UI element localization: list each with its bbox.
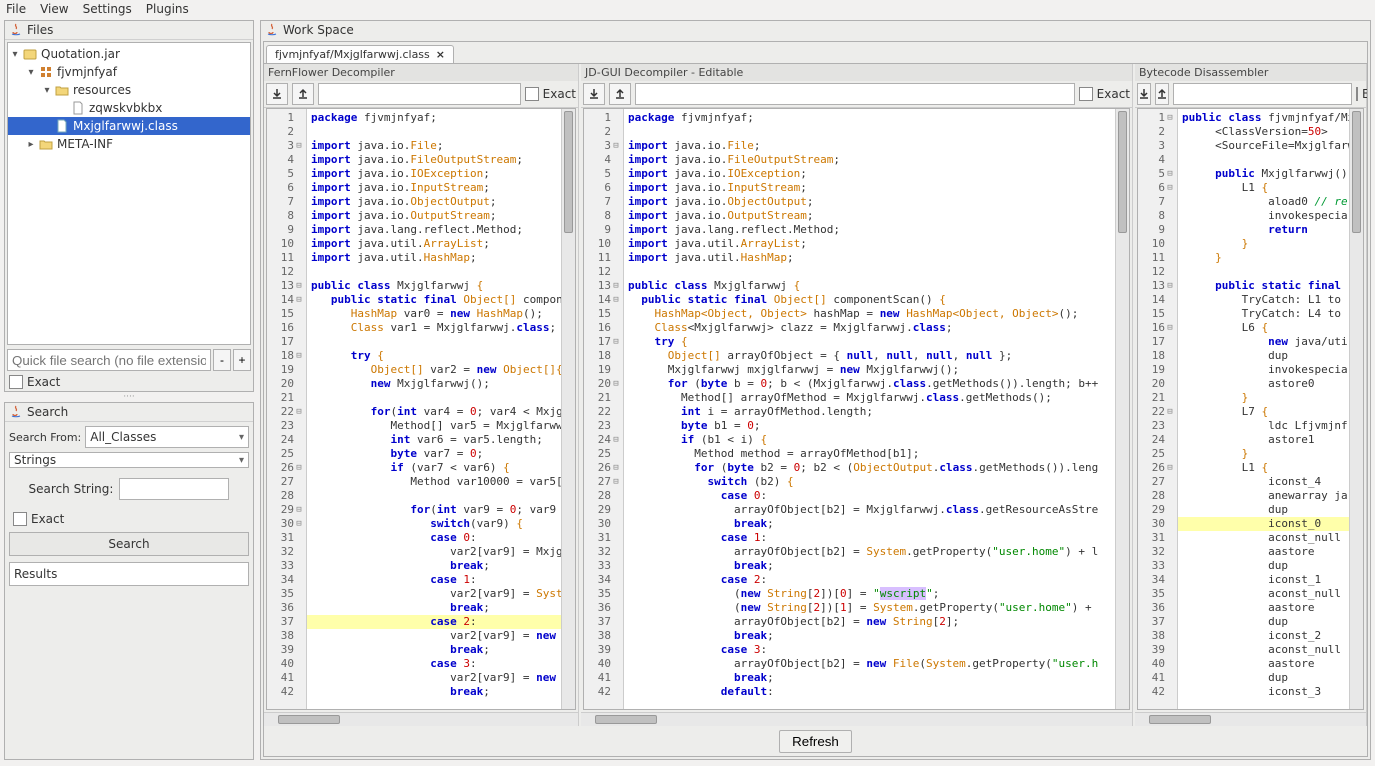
download-button[interactable]	[266, 83, 288, 105]
search-button[interactable]: Search	[9, 532, 249, 556]
tree-root[interactable]: ▾ Quotation.jar	[8, 45, 250, 63]
results-label: Results	[14, 567, 57, 581]
minus-button[interactable]: -	[213, 349, 231, 371]
tab-label: fjvmjnfyaf/Mxjglfarwwj.class	[275, 48, 430, 61]
refresh-button[interactable]: Refresh	[779, 730, 852, 753]
search-from-label: Search From:	[9, 431, 81, 444]
tree-pkg[interactable]: ▾ fjvmjnfyaf	[8, 63, 250, 81]
exact-label: Exact	[27, 375, 60, 389]
tree-file[interactable]: zqwskvbkbx	[8, 99, 250, 117]
folder-icon	[38, 137, 54, 151]
pane-label: JD-GUI Decompiler - Editable	[581, 64, 1132, 81]
upload-button[interactable]	[609, 83, 631, 105]
java-icon	[9, 405, 23, 419]
filter-input[interactable]	[635, 83, 1075, 105]
search-panel: Search Search From: All_Classes Strings …	[4, 402, 254, 760]
menu-settings[interactable]: Settings	[83, 2, 132, 18]
pane-fernflower: FernFlower Decompiler Exact 123⊟45678910…	[264, 64, 579, 726]
exact-label: Exact	[1097, 87, 1130, 101]
file-icon	[70, 101, 86, 115]
search-from-combo[interactable]: All_Classes	[85, 426, 249, 448]
vertical-scrollbar[interactable]	[561, 109, 575, 709]
jar-icon	[22, 47, 38, 61]
vertical-scrollbar[interactable]	[1115, 109, 1129, 709]
expand-icon[interactable]: ▾	[24, 67, 38, 78]
code-editor[interactable]: public class fjvmjnfyaf/Mx <ClassVersion…	[1178, 109, 1349, 709]
results-area: Results	[9, 562, 249, 586]
horizontal-scrollbar[interactable]	[264, 712, 578, 726]
tree-label: Quotation.jar	[41, 47, 120, 61]
gutter: 123⊟45678910111213⊟14⊟151617⊟181920⊟2122…	[584, 109, 624, 709]
menu-plugins[interactable]: Plugins	[146, 2, 189, 18]
file-tree[interactable]: ▾ Quotation.jar ▾ fjvmjnfyaf ▾ resources…	[7, 42, 251, 345]
pane-label: Bytecode Disassembler	[1135, 64, 1366, 81]
combo-value: Strings	[14, 453, 56, 467]
combo-value: All_Classes	[90, 430, 156, 444]
upload-button[interactable]	[292, 83, 314, 105]
search-string-label: Search String:	[29, 482, 114, 496]
exact-label: Exact	[1362, 87, 1367, 101]
tree-label: zqwskvbkbx	[89, 101, 162, 115]
menu-view[interactable]: View	[40, 2, 68, 18]
upload-button[interactable]	[1155, 83, 1169, 105]
menubar: File View Settings Plugins	[0, 0, 1375, 20]
filter-input[interactable]	[1173, 83, 1352, 105]
expand-icon[interactable]: ▸	[24, 139, 38, 150]
expand-icon[interactable]: ▾	[40, 85, 54, 96]
exact-label: Exact	[31, 512, 64, 526]
files-title: Files	[27, 23, 53, 37]
horizontal-scrollbar[interactable]	[581, 712, 1132, 726]
tree-file-selected[interactable]: Mxjglfarwwj.class	[8, 117, 250, 135]
exact-label: Exact	[543, 87, 576, 101]
java-icon	[9, 23, 23, 37]
menu-file[interactable]: File	[6, 2, 26, 18]
tree-folder[interactable]: ▸ META-INF	[8, 135, 250, 153]
tree-label: fjvmjnfyaf	[57, 65, 117, 79]
tree-folder[interactable]: ▾ resources	[8, 81, 250, 99]
exact-checkbox[interactable]	[9, 375, 23, 389]
code-editor[interactable]: package fjvmjnfyaf;import java.io.File;i…	[624, 109, 1115, 709]
tab-bar: fjvmjnfyaf/Mxjglfarwwj.class ×	[264, 42, 1367, 64]
pane-jdgui: JD-GUI Decompiler - Editable Exact 123⊟4…	[581, 64, 1133, 726]
files-panel: Files ▾ Quotation.jar ▾ fjvmjnfyaf ▾ res…	[4, 20, 254, 392]
vertical-scrollbar[interactable]	[1349, 109, 1363, 709]
pane-label: FernFlower Decompiler	[264, 64, 578, 81]
download-button[interactable]	[1137, 83, 1151, 105]
gutter: 1⊟2345⊟6⊟78910111213⊟141516⊟171819202122…	[1138, 109, 1178, 709]
workspace-title: Work Space	[283, 23, 354, 37]
java-icon	[265, 23, 279, 37]
folder-icon	[54, 83, 70, 97]
gutter: 123⊟45678910111213⊟14⊟15161718⊟19202122⊟…	[267, 109, 307, 709]
package-icon	[38, 65, 54, 79]
workspace: Work Space fjvmjnfyaf/Mxjglfarwwj.class …	[260, 20, 1371, 760]
exact-checkbox[interactable]	[525, 87, 539, 101]
search-string-input[interactable]	[119, 478, 229, 500]
pane-bytecode: Bytecode Disassembler Exact 1⊟2345⊟6⊟789…	[1135, 64, 1367, 726]
expand-icon[interactable]: ▾	[8, 49, 22, 60]
close-icon[interactable]: ×	[436, 48, 445, 61]
tree-label: resources	[73, 83, 131, 97]
code-editor[interactable]: package fjvmjnfyaf;import java.io.File;i…	[307, 109, 561, 709]
search-type-combo[interactable]: Strings	[9, 452, 249, 468]
tree-label: Mxjglfarwwj.class	[73, 119, 178, 133]
horizontal-scrollbar[interactable]	[1135, 712, 1366, 726]
splitter-grip[interactable]: ····	[4, 394, 254, 400]
exact-checkbox[interactable]	[13, 512, 27, 526]
tab-class-file[interactable]: fjvmjnfyaf/Mxjglfarwwj.class ×	[266, 45, 454, 63]
quick-file-search-input[interactable]	[7, 349, 211, 371]
filter-input[interactable]	[318, 83, 521, 105]
search-title: Search	[27, 405, 68, 419]
plus-button[interactable]: +	[233, 349, 251, 371]
download-button[interactable]	[583, 83, 605, 105]
exact-checkbox[interactable]	[1356, 87, 1358, 101]
exact-checkbox[interactable]	[1079, 87, 1093, 101]
class-icon	[54, 119, 70, 133]
tree-label: META-INF	[57, 137, 113, 151]
